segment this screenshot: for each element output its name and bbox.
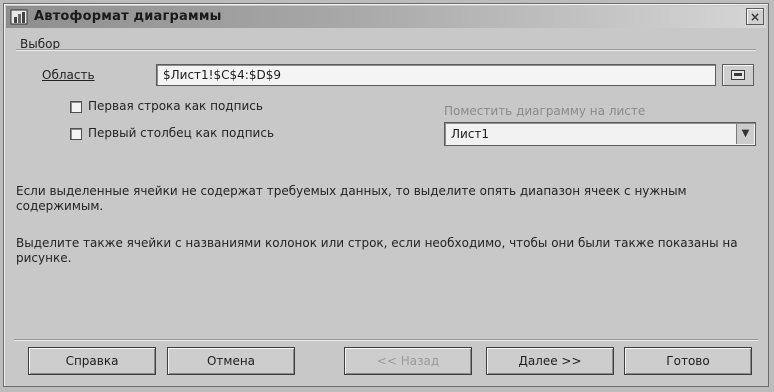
collapse-range-button[interactable] (722, 64, 754, 86)
group-divider (16, 49, 756, 50)
placement-label: Поместить диаграмму на листе (444, 104, 646, 118)
back-button[interactable]: << Назад (344, 347, 472, 375)
sheet-select[interactable]: Лист1 ▼ (444, 122, 756, 146)
close-button[interactable]: × (746, 8, 764, 25)
first-row-label[interactable]: Первая строка как подпись (88, 99, 263, 113)
finish-button[interactable]: Готово (624, 347, 752, 375)
chevron-down-icon[interactable]: ▼ (736, 124, 754, 144)
next-button[interactable]: Далее >> (486, 347, 614, 375)
first-column-checkbox[interactable] (70, 128, 82, 140)
close-icon: × (749, 10, 761, 24)
button-divider (14, 339, 758, 340)
info-message-2: Выделите также ячейки с названиями колон… (16, 236, 738, 265)
help-button[interactable]: Справка (28, 347, 156, 375)
title-bar[interactable]: Автоформат диаграммы × (6, 6, 766, 28)
chart-autoformat-dialog: Автоформат диаграммы × Выбор Область $Ли… (3, 3, 769, 387)
info-message-1: Если выделенные ячейки не содержат требу… (16, 184, 687, 213)
first-row-checkbox[interactable] (70, 101, 82, 113)
range-input[interactable]: $Лист1!$C$4:$D$9 (156, 64, 716, 86)
cancel-button[interactable]: Отмена (167, 347, 295, 375)
window-title: Автоформат диаграммы (34, 9, 222, 24)
sheet-select-value: Лист1 (451, 127, 490, 141)
collapse-dialog-icon (731, 70, 745, 80)
chart-wizard-icon (10, 9, 28, 25)
range-label: Область (42, 68, 95, 82)
first-column-label[interactable]: Первый столбец как подпись (88, 126, 274, 140)
